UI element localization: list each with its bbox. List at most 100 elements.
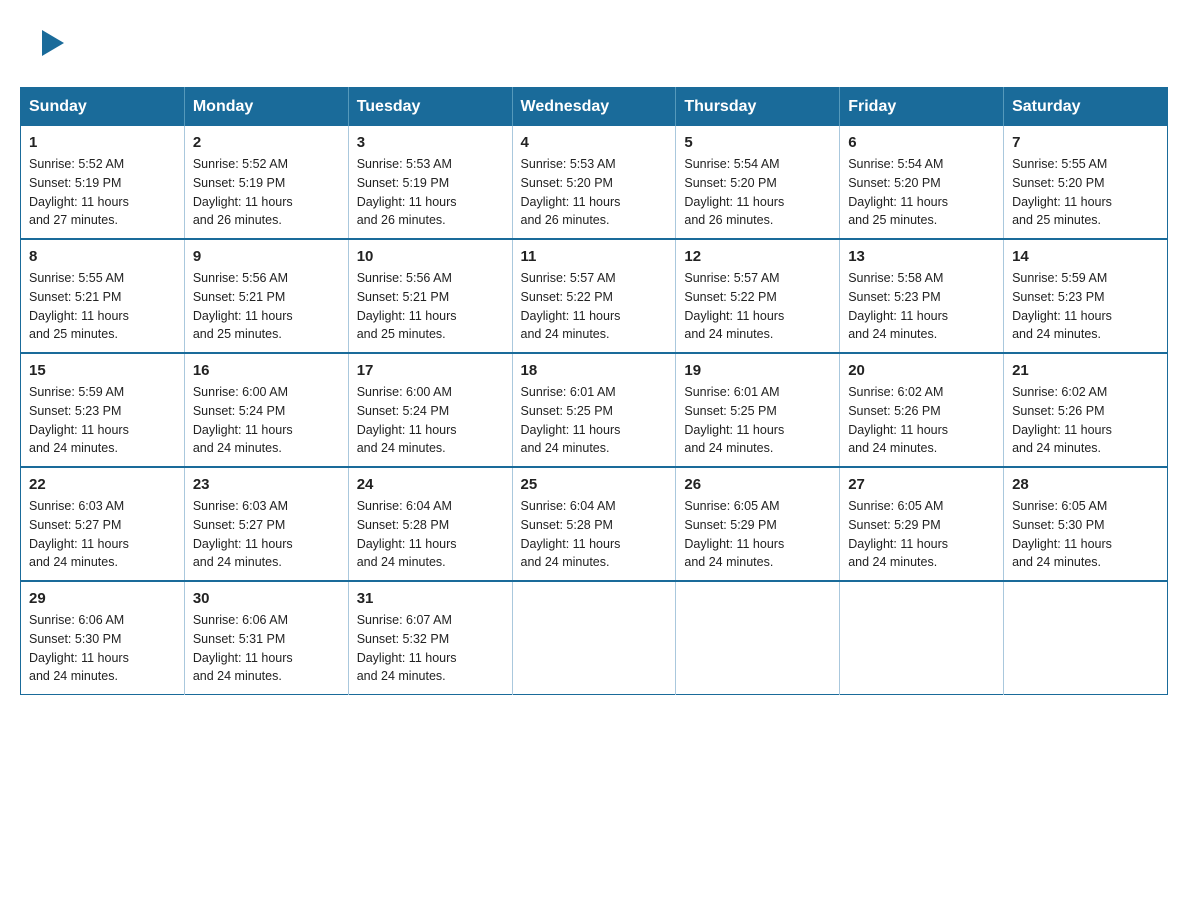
calendar-body: 1 Sunrise: 5:52 AM Sunset: 5:19 PM Dayli… xyxy=(21,126,1168,695)
day-number: 3 xyxy=(357,134,504,151)
day-info: Sunrise: 6:03 AM Sunset: 5:27 PM Dayligh… xyxy=(29,497,176,572)
calendar-cell: 27 Sunrise: 6:05 AM Sunset: 5:29 PM Dayl… xyxy=(840,467,1004,581)
day-of-week-header-saturday: Saturday xyxy=(1004,88,1168,127)
calendar-week-row: 1 Sunrise: 5:52 AM Sunset: 5:19 PM Dayli… xyxy=(21,126,1168,239)
calendar-cell xyxy=(676,581,840,695)
day-number: 28 xyxy=(1012,476,1159,493)
days-of-week-row: SundayMondayTuesdayWednesdayThursdayFrid… xyxy=(21,88,1168,127)
day-info: Sunrise: 6:06 AM Sunset: 5:30 PM Dayligh… xyxy=(29,611,176,686)
day-info: Sunrise: 6:02 AM Sunset: 5:26 PM Dayligh… xyxy=(848,383,995,458)
calendar-cell: 22 Sunrise: 6:03 AM Sunset: 5:27 PM Dayl… xyxy=(21,467,185,581)
day-of-week-header-wednesday: Wednesday xyxy=(512,88,676,127)
day-info: Sunrise: 6:05 AM Sunset: 5:29 PM Dayligh… xyxy=(684,497,831,572)
day-info: Sunrise: 5:54 AM Sunset: 5:20 PM Dayligh… xyxy=(848,155,995,230)
day-number: 13 xyxy=(848,248,995,265)
day-info: Sunrise: 5:58 AM Sunset: 5:23 PM Dayligh… xyxy=(848,269,995,344)
day-info: Sunrise: 6:01 AM Sunset: 5:25 PM Dayligh… xyxy=(684,383,831,458)
day-number: 16 xyxy=(193,362,340,379)
day-number: 12 xyxy=(684,248,831,265)
day-info: Sunrise: 6:03 AM Sunset: 5:27 PM Dayligh… xyxy=(193,497,340,572)
calendar-cell xyxy=(840,581,1004,695)
calendar-header: SundayMondayTuesdayWednesdayThursdayFrid… xyxy=(21,88,1168,127)
day-number: 17 xyxy=(357,362,504,379)
day-info: Sunrise: 5:56 AM Sunset: 5:21 PM Dayligh… xyxy=(193,269,340,344)
calendar-cell: 10 Sunrise: 5:56 AM Sunset: 5:21 PM Dayl… xyxy=(348,239,512,353)
day-info: Sunrise: 5:53 AM Sunset: 5:20 PM Dayligh… xyxy=(521,155,668,230)
day-info: Sunrise: 6:06 AM Sunset: 5:31 PM Dayligh… xyxy=(193,611,340,686)
day-number: 4 xyxy=(521,134,668,151)
day-number: 23 xyxy=(193,476,340,493)
day-info: Sunrise: 6:05 AM Sunset: 5:30 PM Dayligh… xyxy=(1012,497,1159,572)
calendar-cell: 20 Sunrise: 6:02 AM Sunset: 5:26 PM Dayl… xyxy=(840,353,1004,467)
calendar-week-row: 8 Sunrise: 5:55 AM Sunset: 5:21 PM Dayli… xyxy=(21,239,1168,353)
day-number: 5 xyxy=(684,134,831,151)
day-number: 27 xyxy=(848,476,995,493)
logo-arrow-icon xyxy=(42,30,64,61)
calendar-cell: 7 Sunrise: 5:55 AM Sunset: 5:20 PM Dayli… xyxy=(1004,126,1168,239)
day-number: 8 xyxy=(29,248,176,265)
day-number: 30 xyxy=(193,590,340,607)
day-number: 10 xyxy=(357,248,504,265)
calendar-cell xyxy=(512,581,676,695)
calendar-cell: 6 Sunrise: 5:54 AM Sunset: 5:20 PM Dayli… xyxy=(840,126,1004,239)
day-number: 31 xyxy=(357,590,504,607)
calendar-cell: 29 Sunrise: 6:06 AM Sunset: 5:30 PM Dayl… xyxy=(21,581,185,695)
page-header xyxy=(20,20,1168,67)
day-number: 18 xyxy=(521,362,668,379)
day-number: 6 xyxy=(848,134,995,151)
calendar-cell: 21 Sunrise: 6:02 AM Sunset: 5:26 PM Dayl… xyxy=(1004,353,1168,467)
day-info: Sunrise: 5:56 AM Sunset: 5:21 PM Dayligh… xyxy=(357,269,504,344)
calendar-cell: 1 Sunrise: 5:52 AM Sunset: 5:19 PM Dayli… xyxy=(21,126,185,239)
day-info: Sunrise: 5:57 AM Sunset: 5:22 PM Dayligh… xyxy=(684,269,831,344)
calendar-cell: 23 Sunrise: 6:03 AM Sunset: 5:27 PM Dayl… xyxy=(184,467,348,581)
day-of-week-header-tuesday: Tuesday xyxy=(348,88,512,127)
calendar-cell: 3 Sunrise: 5:53 AM Sunset: 5:19 PM Dayli… xyxy=(348,126,512,239)
calendar-cell: 5 Sunrise: 5:54 AM Sunset: 5:20 PM Dayli… xyxy=(676,126,840,239)
day-info: Sunrise: 5:57 AM Sunset: 5:22 PM Dayligh… xyxy=(521,269,668,344)
day-info: Sunrise: 5:59 AM Sunset: 5:23 PM Dayligh… xyxy=(1012,269,1159,344)
calendar-cell: 4 Sunrise: 5:53 AM Sunset: 5:20 PM Dayli… xyxy=(512,126,676,239)
calendar-cell: 31 Sunrise: 6:07 AM Sunset: 5:32 PM Dayl… xyxy=(348,581,512,695)
calendar-week-row: 29 Sunrise: 6:06 AM Sunset: 5:30 PM Dayl… xyxy=(21,581,1168,695)
day-info: Sunrise: 6:02 AM Sunset: 5:26 PM Dayligh… xyxy=(1012,383,1159,458)
day-number: 9 xyxy=(193,248,340,265)
day-number: 14 xyxy=(1012,248,1159,265)
calendar-cell: 24 Sunrise: 6:04 AM Sunset: 5:28 PM Dayl… xyxy=(348,467,512,581)
day-number: 22 xyxy=(29,476,176,493)
day-info: Sunrise: 6:07 AM Sunset: 5:32 PM Dayligh… xyxy=(357,611,504,686)
day-number: 20 xyxy=(848,362,995,379)
day-of-week-header-sunday: Sunday xyxy=(21,88,185,127)
day-number: 26 xyxy=(684,476,831,493)
calendar-cell: 12 Sunrise: 5:57 AM Sunset: 5:22 PM Dayl… xyxy=(676,239,840,353)
calendar-cell: 14 Sunrise: 5:59 AM Sunset: 5:23 PM Dayl… xyxy=(1004,239,1168,353)
day-of-week-header-monday: Monday xyxy=(184,88,348,127)
day-info: Sunrise: 5:55 AM Sunset: 5:21 PM Dayligh… xyxy=(29,269,176,344)
day-number: 19 xyxy=(684,362,831,379)
day-of-week-header-thursday: Thursday xyxy=(676,88,840,127)
day-info: Sunrise: 6:00 AM Sunset: 5:24 PM Dayligh… xyxy=(357,383,504,458)
day-info: Sunrise: 6:04 AM Sunset: 5:28 PM Dayligh… xyxy=(521,497,668,572)
calendar-cell: 15 Sunrise: 5:59 AM Sunset: 5:23 PM Dayl… xyxy=(21,353,185,467)
calendar-cell: 18 Sunrise: 6:01 AM Sunset: 5:25 PM Dayl… xyxy=(512,353,676,467)
calendar-cell: 17 Sunrise: 6:00 AM Sunset: 5:24 PM Dayl… xyxy=(348,353,512,467)
day-number: 24 xyxy=(357,476,504,493)
calendar-cell: 11 Sunrise: 5:57 AM Sunset: 5:22 PM Dayl… xyxy=(512,239,676,353)
day-info: Sunrise: 6:05 AM Sunset: 5:29 PM Dayligh… xyxy=(848,497,995,572)
day-info: Sunrise: 5:59 AM Sunset: 5:23 PM Dayligh… xyxy=(29,383,176,458)
calendar-cell: 8 Sunrise: 5:55 AM Sunset: 5:21 PM Dayli… xyxy=(21,239,185,353)
calendar-cell: 26 Sunrise: 6:05 AM Sunset: 5:29 PM Dayl… xyxy=(676,467,840,581)
calendar-cell: 2 Sunrise: 5:52 AM Sunset: 5:19 PM Dayli… xyxy=(184,126,348,239)
day-number: 7 xyxy=(1012,134,1159,151)
calendar-cell: 25 Sunrise: 6:04 AM Sunset: 5:28 PM Dayl… xyxy=(512,467,676,581)
calendar-cell: 30 Sunrise: 6:06 AM Sunset: 5:31 PM Dayl… xyxy=(184,581,348,695)
logo xyxy=(40,30,64,57)
calendar-week-row: 22 Sunrise: 6:03 AM Sunset: 5:27 PM Dayl… xyxy=(21,467,1168,581)
day-number: 11 xyxy=(521,248,668,265)
day-info: Sunrise: 5:53 AM Sunset: 5:19 PM Dayligh… xyxy=(357,155,504,230)
day-number: 21 xyxy=(1012,362,1159,379)
calendar-cell: 13 Sunrise: 5:58 AM Sunset: 5:23 PM Dayl… xyxy=(840,239,1004,353)
calendar-table: SundayMondayTuesdayWednesdayThursdayFrid… xyxy=(20,87,1168,695)
day-info: Sunrise: 6:00 AM Sunset: 5:24 PM Dayligh… xyxy=(193,383,340,458)
calendar-cell xyxy=(1004,581,1168,695)
day-of-week-header-friday: Friday xyxy=(840,88,1004,127)
